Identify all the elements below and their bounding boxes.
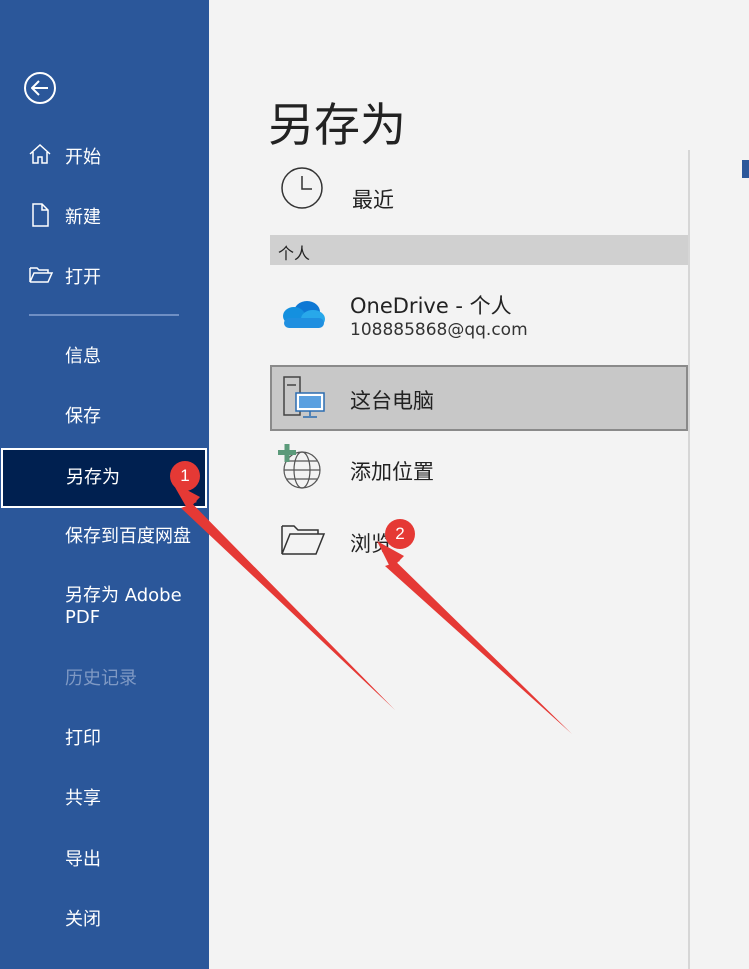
annotation-arrow-1 (172, 482, 395, 710)
annotation-badge-2: 2 (385, 519, 415, 549)
annotation-layer (172, 482, 572, 734)
annotation-arrow-2 (377, 541, 572, 734)
annotation-badge-1: 1 (170, 461, 200, 491)
